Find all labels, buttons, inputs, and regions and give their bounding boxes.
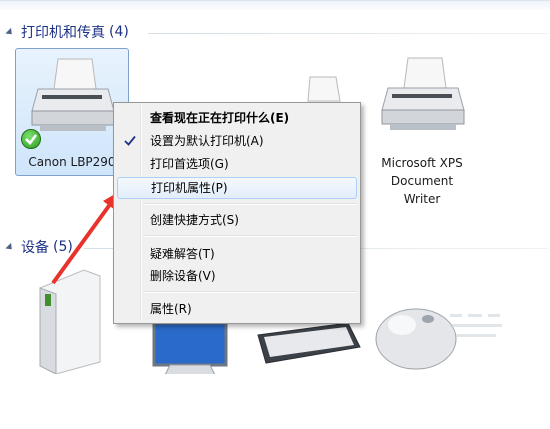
group-count-printers: (4) xyxy=(109,24,129,40)
printer-label-line3: Writer xyxy=(403,192,441,206)
devices-and-printers-window: 打印机和传真 (4) Canon LBP290 Microsoft XPS Do… xyxy=(0,0,550,374)
printer-icon xyxy=(307,76,341,102)
menu-item-label: 查看现在正在打印什么(E) xyxy=(150,111,290,125)
group-header-printers[interactable]: 打印机和传真 (4) xyxy=(5,22,129,42)
group-title-printers: 打印机和传真 xyxy=(21,25,105,41)
menu-item-set-default[interactable]: 设置为默认打印机(A) xyxy=(117,130,355,152)
group-divider xyxy=(148,33,548,34)
collapse-arrow-icon[interactable] xyxy=(5,242,15,252)
menu-item-label: 打印机属性(P) xyxy=(151,181,228,195)
printer-canon[interactable]: Canon LBP290 xyxy=(15,48,129,176)
menu-separator xyxy=(144,203,356,205)
menu-item-properties[interactable]: 属性(R) xyxy=(117,298,355,320)
menu-item-see-whats-printing[interactable]: 查看现在正在打印什么(E) xyxy=(117,107,355,129)
menu-item-label: 打印首选项(G) xyxy=(150,157,229,171)
menu-item-create-shortcut[interactable]: 创建快捷方式(S) xyxy=(117,209,355,231)
menu-separator xyxy=(144,291,356,293)
printer-xps[interactable]: Microsoft XPS Document Writer xyxy=(364,48,480,208)
printer-label-line2: Document xyxy=(390,174,454,188)
printer-icon xyxy=(31,58,115,131)
toolbar-edge xyxy=(0,1,550,10)
menu-item-troubleshoot[interactable]: 疑难解答(T) xyxy=(117,243,355,265)
menu-item-label: 属性(R) xyxy=(150,302,192,316)
keyboard-icon[interactable] xyxy=(252,319,362,369)
menu-item-printer-properties[interactable]: 打印机属性(P) xyxy=(117,177,357,199)
monitor-icon[interactable] xyxy=(150,319,230,374)
watermark-logo xyxy=(450,314,502,337)
context-menu: 查看现在正在打印什么(E) 设置为默认打印机(A) 打印首选项(G) 打印机属性… xyxy=(113,102,361,324)
menu-item-label: 删除设备(V) xyxy=(150,269,216,283)
printer-label-line1: Microsoft XPS xyxy=(381,156,463,170)
menu-item-label: 创建快捷方式(S) xyxy=(150,213,239,227)
printer-label: Canon LBP290 xyxy=(28,155,116,169)
printer-icon xyxy=(381,57,465,130)
menu-separator xyxy=(144,235,356,237)
collapse-arrow-icon[interactable] xyxy=(5,27,15,37)
menu-item-label: 疑难解答(T) xyxy=(150,247,215,261)
menu-item-remove-device[interactable]: 删除设备(V) xyxy=(117,265,355,287)
checkmark-icon xyxy=(124,135,136,146)
menu-item-printing-preferences[interactable]: 打印首选项(G) xyxy=(117,153,355,175)
menu-item-label: 设置为默认打印机(A) xyxy=(150,134,264,148)
default-printer-check-icon xyxy=(21,129,41,149)
